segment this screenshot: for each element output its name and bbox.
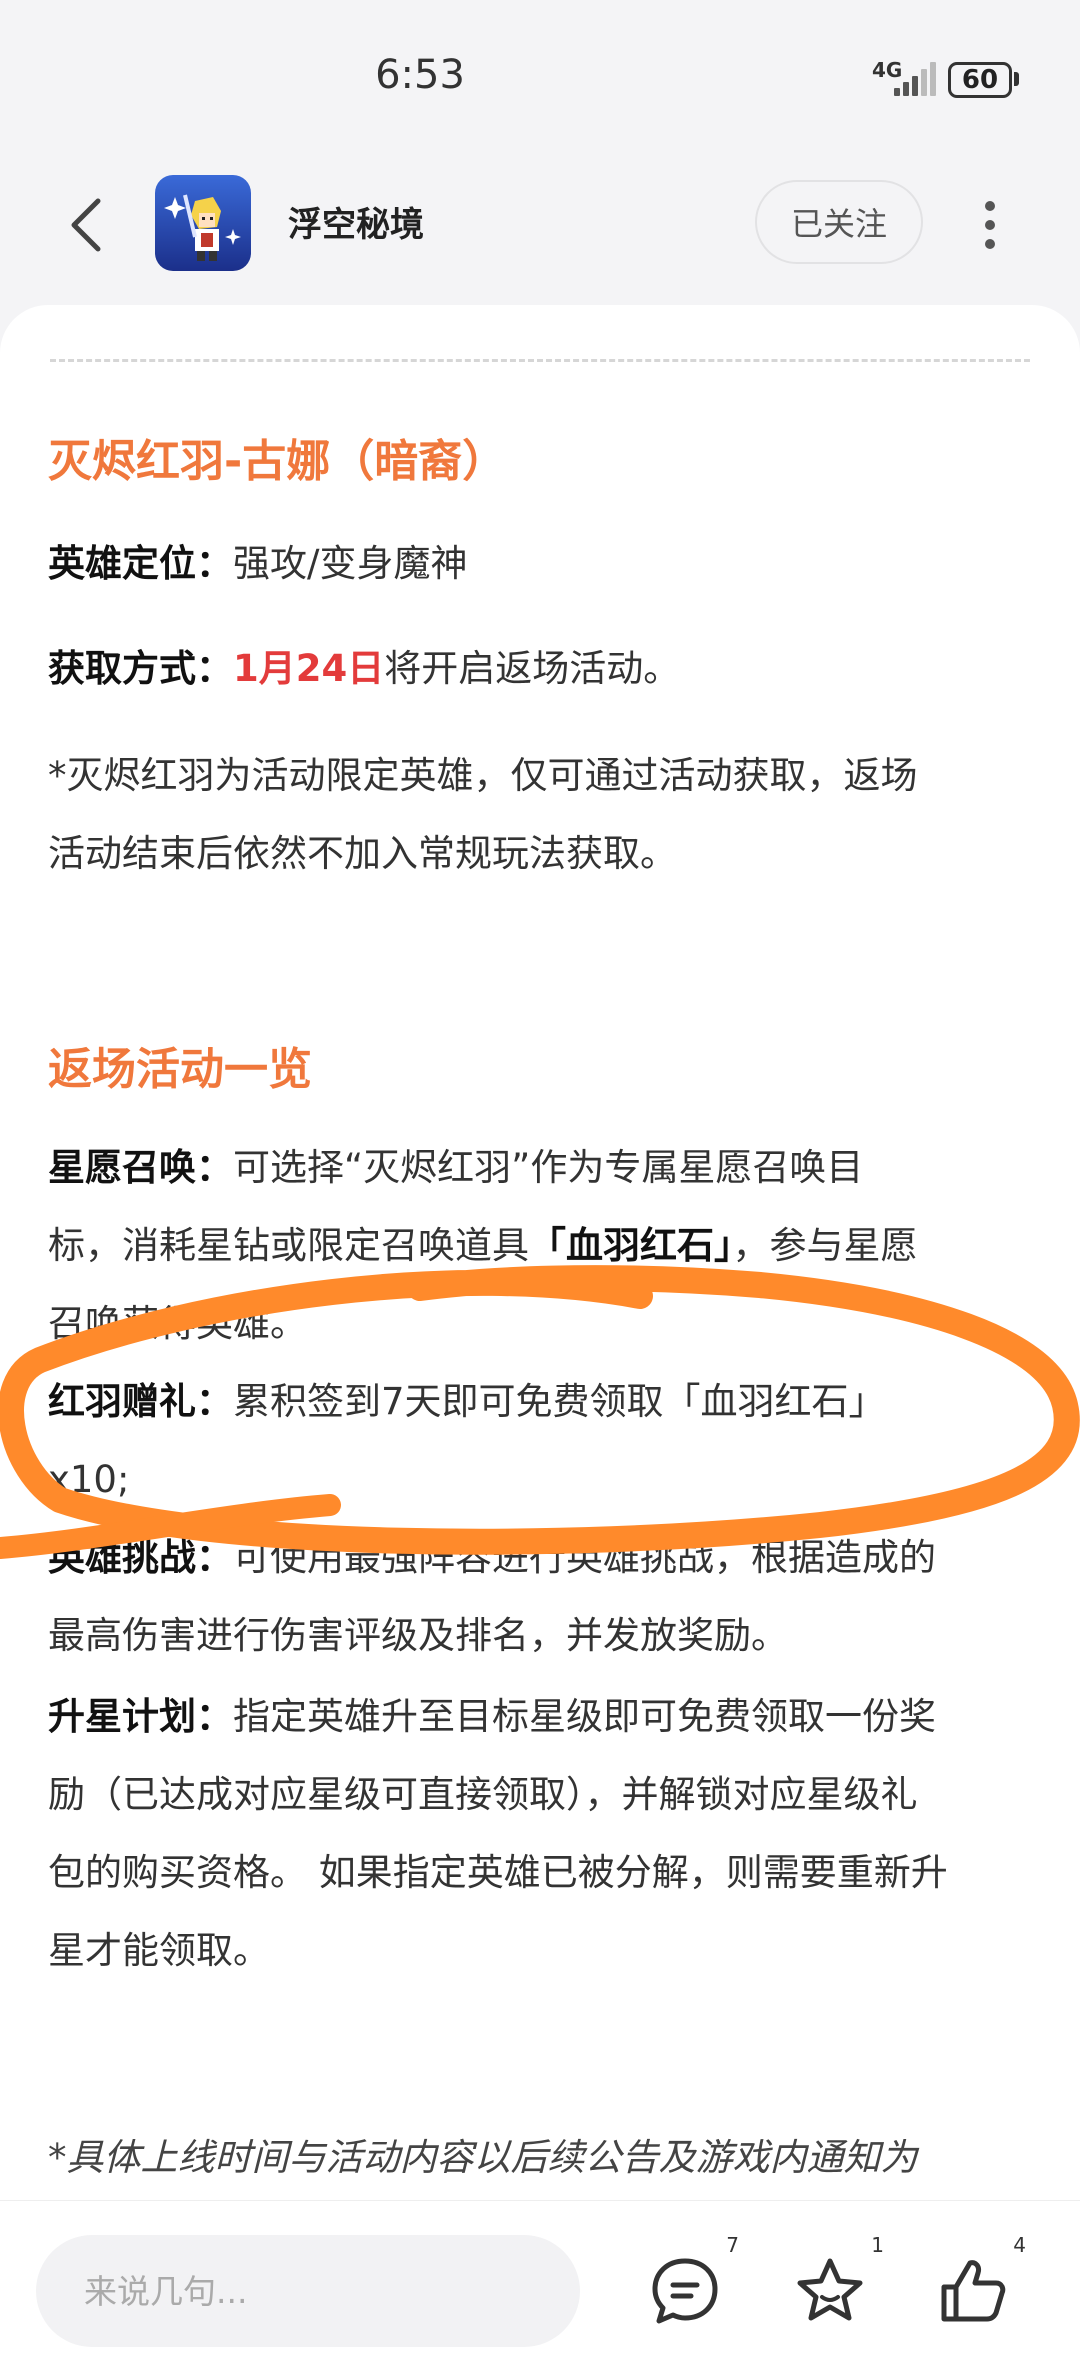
wish-text: ，参与星愿 [732, 1224, 918, 1267]
favorite-button[interactable]: 1 [790, 2233, 884, 2331]
back-chevron-icon [71, 198, 101, 252]
battery-icon: 60 [948, 62, 1012, 98]
challenge-label: 英雄挑战： [48, 1536, 233, 1579]
star-text: 励（已达成对应星级可直接领取），并解锁对应星级礼 [48, 1773, 918, 1816]
signal-icon [894, 62, 936, 96]
more-vertical-icon[interactable] [970, 187, 1010, 263]
star-label: 升星计划： [48, 1695, 233, 1738]
star-text: 指定英雄升至目标星级即可免费领取一份奖 [233, 1695, 936, 1738]
wish-item: 「血羽红石」 [529, 1224, 733, 1267]
wish-text: 召唤获得英雄。 [48, 1302, 307, 1345]
hero-note: *灭烬红羽为活动限定英雄，仅可通过活动获取，返场 活动结束后依然不加入常规玩法获… [48, 737, 1038, 893]
acquire-rest: 将开启返场活动。 [384, 647, 681, 690]
event-gift: 红羽赠礼：累积签到7天即可免费领取「血羽红石」 x10; [48, 1363, 1038, 1519]
app-name[interactable]: 浮空秘境 [288, 197, 424, 246]
thumbs-up-icon [941, 2260, 1006, 2322]
comment-button[interactable]: 7 [645, 2233, 739, 2331]
footnote: *具体上线时间与活动内容以后续公告及游戏内通知为 [48, 2136, 918, 2179]
star-icon [797, 2258, 863, 2321]
note-line: *灭烬红羽为活动限定英雄，仅可通过活动获取，返场 [48, 754, 918, 797]
back-button[interactable] [48, 187, 124, 263]
role-value: 强攻/变身魔神 [233, 542, 468, 585]
star-text: 包的购买资格。 如果指定英雄已被分解，则需要重新升 [48, 1851, 948, 1894]
gift-text: x10; [48, 1458, 130, 1501]
role-label: 英雄定位： [48, 542, 233, 585]
comment-count: 7 [726, 2233, 739, 2257]
comment-input[interactable] [36, 2235, 580, 2347]
like-count: 4 [1013, 2233, 1026, 2257]
hero-role: 英雄定位：强攻/变身魔神 [48, 525, 1038, 603]
gift-text: 累积签到7天即可免费领取「血羽红石」 [233, 1380, 886, 1423]
hero-title: 灭烬红羽-古娜（暗裔） [48, 436, 507, 487]
wish-label: 星愿召唤： [48, 1146, 233, 1189]
event-challenge: 英雄挑战：可使用最强阵容进行英雄挑战，根据造成的 最高伤害进行伤害评级及排名，并… [48, 1519, 1038, 1675]
wish-text: 标，消耗星钻或限定召唤道具 [48, 1224, 529, 1267]
event-star: 升星计划：指定英雄升至目标星级即可免费领取一份奖 励（已达成对应星级可直接领取）… [48, 1678, 1038, 1990]
acquire-date: 1月24日 [233, 647, 385, 690]
like-button[interactable]: 4 [932, 2233, 1026, 2331]
app-logo-icon[interactable] [155, 175, 251, 271]
comment-icon [652, 2258, 718, 2324]
article-content: 灭烬红羽-古娜（暗裔） 英雄定位：强攻/变身魔神 获取方式：1月24日将开启返场… [0, 305, 1080, 2205]
hero-acquire: 获取方式：1月24日将开启返场活动。 [48, 630, 1038, 708]
bottom-action-bar: 7 1 4 [0, 2200, 1080, 2376]
app-header: 浮空秘境 已关注 [0, 165, 1080, 285]
status-time: 6:53 [375, 52, 465, 98]
acquire-label: 获取方式： [48, 647, 233, 690]
events-title: 返场活动一览 [48, 1044, 312, 1095]
favorite-count: 1 [871, 2233, 884, 2257]
star-text: 星才能领取。 [48, 1929, 270, 1972]
wish-text: 可选择“灭烬红羽”作为专属星愿召唤目 [233, 1146, 864, 1189]
status-bar: 6:53 4G 60 [0, 0, 1080, 150]
battery-tip [1014, 72, 1019, 86]
challenge-text: 可使用最强阵容进行英雄挑战，根据造成的 [233, 1536, 936, 1579]
challenge-text: 最高伤害进行伤害评级及排名，并发放奖励。 [48, 1614, 788, 1657]
divider [50, 359, 1030, 362]
follow-button[interactable]: 已关注 [755, 180, 923, 264]
event-wish: 星愿召唤：可选择“灭烬红羽”作为专属星愿召唤目 标，消耗星钻或限定召唤道具「血羽… [48, 1129, 1038, 1363]
gift-label: 红羽赠礼： [48, 1380, 233, 1423]
note-line: 活动结束后依然不加入常规玩法获取。 [48, 832, 677, 875]
